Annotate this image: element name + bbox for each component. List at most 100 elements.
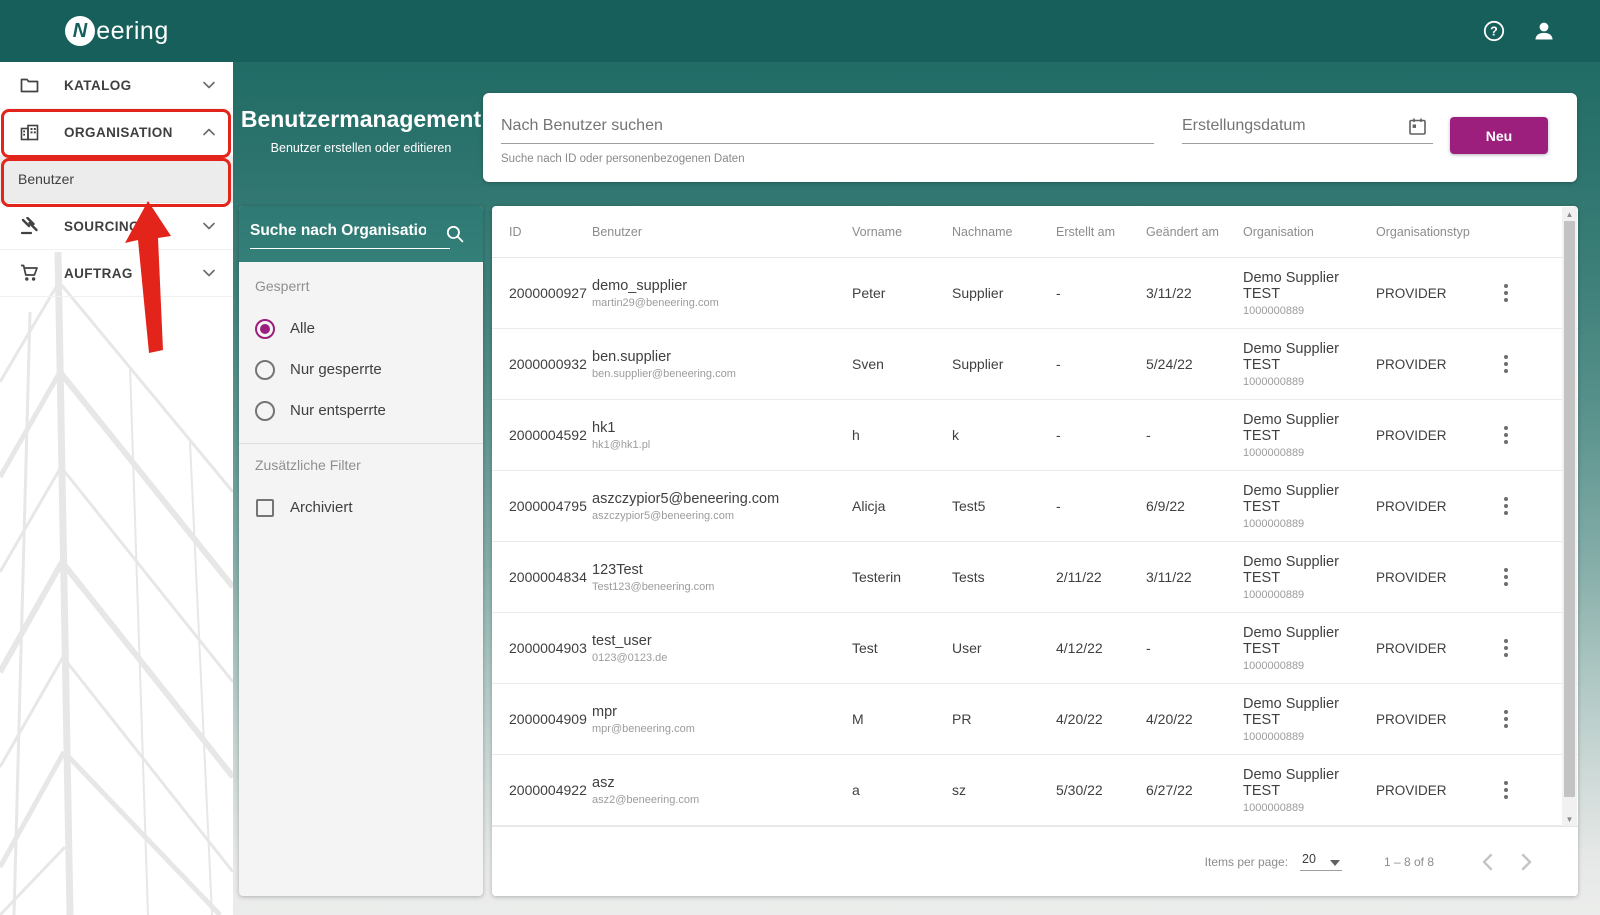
cell-vorname: Peter: [852, 285, 952, 301]
cell-benutzer: 123TestTest123@beneering.com: [592, 562, 852, 593]
filter-divider: [239, 443, 483, 444]
table-row[interactable]: 2000000927demo_suppliermartin29@beneerin…: [492, 258, 1578, 329]
cell-nachname: User: [952, 640, 1056, 656]
cell-vorname: Test: [852, 640, 952, 656]
cell-geaendert-am: 3/11/22: [1146, 285, 1243, 301]
organisation-search-header: [239, 206, 483, 262]
sidebar-item-benutzer[interactable]: Benutzer: [0, 156, 233, 203]
creation-date-input[interactable]: [1182, 115, 1433, 144]
cell-nachname: k: [952, 427, 1056, 443]
logo-n-icon: N: [65, 16, 95, 46]
building-watermark-image: [0, 252, 233, 915]
cell-geaendert-am: -: [1146, 640, 1243, 656]
search-icon[interactable]: [445, 224, 465, 249]
organisation-search-input[interactable]: [250, 218, 450, 249]
chevron-down-icon: [203, 81, 215, 89]
column-header-organisation: Organisation: [1243, 225, 1376, 239]
radio-icon[interactable]: [255, 319, 275, 339]
cell-benutzer: ben.supplierben.supplier@beneering.com: [592, 349, 852, 380]
cell-organisationstyp: PROVIDER: [1376, 428, 1488, 443]
sidebar-item-label: KATALOG: [64, 78, 132, 93]
page-range-label: 1 – 8 of 8: [1384, 855, 1434, 869]
radio-option-nur-entsperrte[interactable]: Nur entsperrte: [239, 390, 483, 431]
cell-benutzer: aszczypior5@beneering.comaszczypior5@ben…: [592, 491, 852, 522]
cell-organisation: Demo Supplier TEST1000000889: [1243, 270, 1376, 317]
row-menu-button[interactable]: [1494, 494, 1518, 518]
sidebar-item-organisation[interactable]: ORGANISATION: [0, 109, 233, 156]
cell-erstellt-am: 5/30/22: [1056, 782, 1146, 798]
row-menu-button[interactable]: [1494, 636, 1518, 660]
page-subtitle: Benutzer erstellen oder editieren: [239, 141, 483, 155]
table-row[interactable]: 2000004795aszczypior5@beneering.comaszcz…: [492, 471, 1578, 542]
cell-organisationstyp: PROVIDER: [1376, 286, 1488, 301]
radio-label: Nur gesperrte: [290, 361, 382, 378]
radio-label: Alle: [290, 320, 315, 337]
radio-icon[interactable]: [255, 401, 275, 421]
sidebar-item-label: Benutzer: [18, 171, 74, 187]
row-menu-button[interactable]: [1494, 423, 1518, 447]
new-user-button[interactable]: Neu: [1450, 117, 1548, 154]
table-row[interactable]: 2000004922aszasz2@beneering.comasz5/30/2…: [492, 755, 1578, 826]
page-title: Benutzermanagement: [239, 106, 483, 133]
svg-text:?: ?: [1490, 24, 1498, 38]
cell-actions: [1488, 281, 1558, 305]
help-icon[interactable]: ?: [1482, 19, 1506, 43]
scrollbar-thumb[interactable]: [1564, 221, 1575, 797]
cell-nachname: PR: [952, 711, 1056, 727]
account-icon[interactable]: [1532, 19, 1556, 43]
archiviert-checkbox[interactable]: [256, 499, 274, 517]
sidebar-item-katalog[interactable]: KATALOG: [0, 62, 233, 109]
cell-geaendert-am: 4/20/22: [1146, 711, 1243, 727]
cell-id: 2000004592: [509, 427, 592, 443]
app-logo: Neering: [0, 0, 233, 62]
table-row[interactable]: 2000004834123TestTest123@beneering.comTe…: [492, 542, 1578, 613]
sidebar-item-sourcing[interactable]: SOURCING: [0, 203, 233, 250]
row-menu-button[interactable]: [1494, 281, 1518, 305]
cell-vorname: Alicja: [852, 498, 952, 514]
cell-geaendert-am: -: [1146, 427, 1243, 443]
cell-erstellt-am: -: [1056, 285, 1146, 301]
row-menu-button[interactable]: [1494, 778, 1518, 802]
cell-actions: [1488, 423, 1558, 447]
top-bar: Neering ?: [0, 0, 1600, 62]
table-row[interactable]: 2000004909mprmpr@beneering.comMPR4/20/22…: [492, 684, 1578, 755]
chevron-down-icon: [203, 222, 215, 230]
cell-id: 2000004795: [509, 498, 592, 514]
cell-organisation: Demo Supplier TEST1000000889: [1243, 625, 1376, 672]
gesperrt-section-label: Gesperrt: [239, 278, 483, 294]
cell-erstellt-am: 4/20/22: [1056, 711, 1146, 727]
sidebar-menu: KATALOG ORGANISATION Benutzer SOURCINGAUFTR…: [0, 62, 233, 297]
row-menu-button[interactable]: [1494, 352, 1518, 376]
additional-filter-label: Zusätzliche Filter: [239, 457, 483, 473]
radio-option-alle[interactable]: Alle: [239, 308, 483, 349]
table-row[interactable]: 2000004592hk1hk1@hk1.plhk--Demo Supplier…: [492, 400, 1578, 471]
cell-actions: [1488, 636, 1558, 660]
radio-option-nur-gesperrte[interactable]: Nur gesperrte: [239, 349, 483, 390]
column-header-nachname: Nachname: [952, 225, 1056, 239]
archiviert-checkbox-row[interactable]: Archiviert: [239, 487, 483, 528]
scroll-up-icon[interactable]: ▲: [1562, 207, 1577, 221]
table-row[interactable]: 2000004903test_user0123@0123.deTestUser4…: [492, 613, 1578, 684]
previous-page-button[interactable]: [1482, 853, 1493, 871]
row-menu-button[interactable]: [1494, 707, 1518, 731]
scroll-down-icon[interactable]: ▼: [1562, 812, 1577, 826]
cell-organisationstyp: PROVIDER: [1376, 783, 1488, 798]
cell-actions: [1488, 494, 1558, 518]
calendar-icon[interactable]: [1408, 117, 1427, 141]
radio-icon[interactable]: [255, 360, 275, 380]
table-scrollbar[interactable]: ▲ ▼: [1562, 207, 1577, 826]
cell-organisationstyp: PROVIDER: [1376, 712, 1488, 727]
table-row[interactable]: 2000000932ben.supplierben.supplier@benee…: [492, 329, 1578, 400]
cell-erstellt-am: -: [1056, 356, 1146, 372]
row-menu-button[interactable]: [1494, 565, 1518, 589]
sidebar-item-label: ORGANISATION: [64, 125, 173, 140]
next-page-button[interactable]: [1521, 853, 1532, 871]
sidebar-item-auftrag[interactable]: AUFTRAG: [0, 250, 233, 297]
table-paginator: Items per page: 20 1 – 8 of 8: [492, 826, 1578, 896]
cell-actions: [1488, 778, 1558, 802]
table-header-row: IDBenutzerVornameNachnameErstellt amGeän…: [492, 206, 1578, 258]
cell-nachname: Supplier: [952, 356, 1056, 372]
user-search-input[interactable]: [501, 115, 1154, 144]
cell-actions: [1488, 352, 1558, 376]
items-per-page-select[interactable]: 20: [1300, 852, 1342, 871]
